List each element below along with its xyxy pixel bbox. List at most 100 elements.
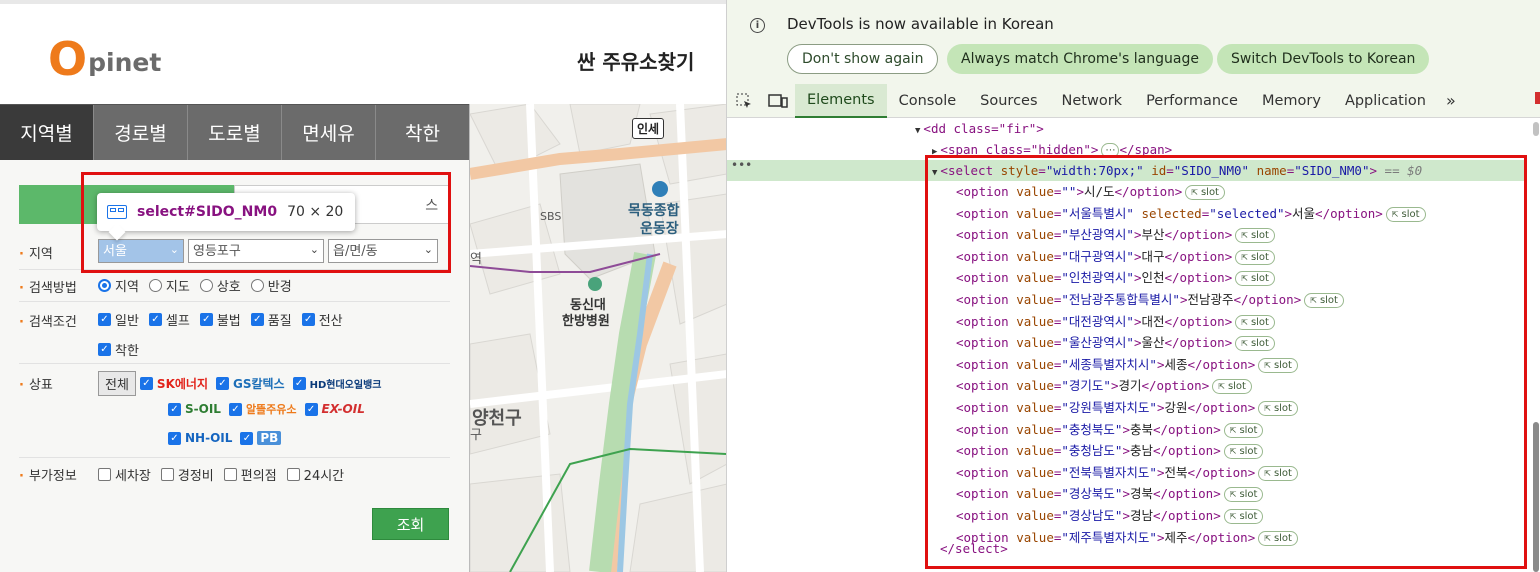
checkbox-icon[interactable] — [223, 468, 237, 481]
tab-memory[interactable]: Memory — [1250, 84, 1333, 118]
extra-store[interactable]: 편의점 — [223, 465, 277, 484]
checkbox-icon[interactable] — [160, 468, 174, 481]
tree-line-option[interactable]: <option value="충청북도">충북</option> ⇱ slot — [956, 419, 1264, 440]
extra-carwash[interactable]: 세차장 — [98, 465, 151, 484]
tree-line-select[interactable]: ▼ <select style="width:70px;" id="SIDO_NM… — [727, 160, 1527, 181]
checkbox-checked-icon[interactable]: ✓ — [199, 313, 213, 326]
slot-badge[interactable]: ⇱ slot — [1235, 228, 1275, 244]
radio-icon[interactable] — [250, 279, 264, 292]
triangle-down-icon[interactable]: ▼ — [915, 126, 920, 136]
checkbox-checked-icon[interactable]: ✓ — [215, 377, 229, 390]
method-map[interactable]: 지도 — [148, 276, 190, 295]
tree-line-option[interactable]: <option value="세종특별자치시">세종</option> ⇱ slot — [956, 354, 1298, 375]
tree-line-option[interactable]: <option value="대구광역시">대구</option> ⇱ slot — [956, 246, 1275, 267]
tab-application[interactable]: Application — [1333, 84, 1438, 118]
checkbox-checked-icon[interactable]: ✓ — [98, 313, 111, 326]
gugun-select-input[interactable]: 영등포구 — [188, 239, 324, 263]
triangle-right-icon[interactable]: ▶ — [932, 147, 937, 157]
scrollbar-thumb[interactable] — [1533, 422, 1539, 572]
triangle-down-icon[interactable]: ▼ — [932, 168, 937, 178]
method-radius[interactable]: 반경 — [250, 276, 292, 295]
gugun-select[interactable]: 영등포구 ⌄ — [188, 239, 324, 263]
slot-badge[interactable]: ⇱ slot — [1304, 293, 1344, 308]
tree-line-option[interactable]: <option value="경상북도">경북</option> ⇱ slot — [956, 483, 1264, 504]
always-match-language-button[interactable]: Always match Chrome's language — [947, 44, 1213, 74]
method-region[interactable]: 지역 — [98, 276, 139, 295]
slot-badge[interactable]: ⇱ slot — [1385, 206, 1426, 222]
method-name[interactable]: 상호 — [199, 276, 241, 295]
checkbox-checked-icon[interactable]: ✓ — [168, 431, 181, 445]
tree-line-span[interactable]: ▶ <span class="hidden"> ⋯ </span> — [932, 139, 1172, 160]
checkbox-checked-icon[interactable]: ✓ — [292, 377, 306, 390]
map-view[interactable]: 인세 SBS 목동종합 운동장 동신대 한방병원 양천구 역 구 — [469, 104, 726, 572]
checkbox-checked-icon[interactable]: ✓ — [240, 431, 254, 445]
tree-line-option[interactable]: <option value="인천광역시">인천</option> ⇱ slot — [956, 267, 1275, 288]
checkbox-checked-icon[interactable]: ✓ — [228, 402, 242, 416]
dont-show-again-button[interactable]: Don't show again — [787, 44, 939, 74]
tree-line-option[interactable]: <option value="부산광역시">부산</option> ⇱ slot — [956, 224, 1275, 245]
more-tabs-icon[interactable]: » — [1438, 91, 1464, 110]
cond-illegal[interactable]: ✓ 불법 — [199, 310, 241, 329]
tree-line-option[interactable]: <option value="경기도">경기</option> ⇱ slot — [956, 375, 1252, 396]
tree-line-option[interactable]: <option value="서울특별시" selected="selected… — [956, 203, 1426, 224]
checkbox-checked-icon[interactable]: ✓ — [139, 377, 153, 390]
tab-sources[interactable]: Sources — [968, 84, 1049, 118]
checkbox-icon[interactable] — [98, 468, 111, 481]
slot-badge[interactable]: ⇱ slot — [1235, 271, 1275, 287]
radio-icon[interactable] — [98, 279, 111, 292]
sido-select[interactable]: 서울 ⌄ — [98, 239, 184, 263]
tree-line-option[interactable]: <option value="">시/도</option> ⇱ slot — [956, 181, 1225, 202]
extra-24h[interactable]: 24시간 — [286, 465, 344, 484]
checkbox-checked-icon[interactable]: ✓ — [98, 343, 111, 356]
search-button[interactable]: 조회 — [372, 508, 449, 540]
slot-badge[interactable]: ⇱ slot — [1258, 465, 1298, 481]
tab-road[interactable]: 도로별 — [188, 105, 282, 160]
device-toolbar-icon[interactable] — [761, 84, 795, 118]
cond-normal[interactable]: ✓ 일반 — [98, 310, 139, 329]
collapsed-ellipsis[interactable]: ⋯ — [1101, 143, 1120, 158]
slot-badge[interactable]: ⇱ slot — [1185, 185, 1225, 200]
tab-network[interactable]: Network — [1050, 84, 1135, 118]
slot-badge[interactable]: ⇱ slot — [1258, 357, 1298, 373]
node-menu-dots[interactable]: ••• — [731, 158, 752, 172]
tree-line-option[interactable]: <option value="강원특별자치도">강원</option> ⇱ slot — [956, 397, 1298, 418]
checkbox-checked-icon[interactable]: ✓ — [148, 313, 162, 326]
cond-computer[interactable]: ✓ 전산 — [301, 310, 343, 329]
checkbox-checked-icon[interactable]: ✓ — [304, 402, 318, 416]
inspect-element-icon[interactable] — [727, 84, 761, 118]
switch-to-korean-button[interactable]: Switch DevTools to Korean — [1217, 44, 1430, 74]
checkbox-checked-icon[interactable]: ✓ — [250, 313, 264, 326]
checkbox-checked-icon[interactable]: ✓ — [168, 402, 181, 416]
opinet-logo[interactable]: O pinet — [48, 32, 161, 82]
dong-select-input[interactable]: 읍/면/동 — [328, 239, 438, 263]
tab-region[interactable]: 지역별 — [0, 105, 94, 160]
checkbox-checked-icon[interactable]: ✓ — [301, 313, 315, 326]
tab-tax-free[interactable]: 면세유 — [282, 105, 376, 160]
slot-badge[interactable]: ⇱ slot — [1223, 487, 1264, 503]
slot-badge[interactable]: ⇱ slot — [1223, 422, 1264, 438]
cond-good[interactable]: ✓ 착한 — [98, 340, 139, 359]
tree-line-option[interactable]: <option value="대전광역시">대전</option> ⇱ slot — [956, 311, 1275, 332]
tree-line-option[interactable]: <option value="울산광역시">울산</option> ⇱ slot — [956, 332, 1275, 353]
slot-badge[interactable]: ⇱ slot — [1235, 249, 1275, 265]
tab-good[interactable]: 착한 — [376, 105, 469, 160]
tree-line-select-close[interactable]: </select> — [940, 538, 1008, 559]
checkbox-icon[interactable] — [286, 468, 300, 481]
tree-line-option[interactable]: <option value="경상남도">경남</option> ⇱ slot — [956, 505, 1264, 526]
brand-all-button[interactable]: 전체 — [98, 371, 136, 396]
scrollbar-top[interactable] — [1533, 122, 1539, 136]
tree-line-option[interactable]: <option value="전남광주통합특별시">전남광주</option> ⇱… — [956, 289, 1344, 310]
extra-repair[interactable]: 경정비 — [160, 465, 214, 484]
radio-icon[interactable] — [148, 279, 162, 292]
tree-line-option[interactable]: <option value="충청남도">충남</option> ⇱ slot — [956, 440, 1264, 461]
cond-quality[interactable]: ✓ 품질 — [250, 310, 292, 329]
tab-route[interactable]: 경로별 — [94, 105, 188, 160]
tab-performance[interactable]: Performance — [1134, 84, 1250, 118]
slot-badge[interactable]: ⇱ slot — [1223, 444, 1264, 460]
tab-console[interactable]: Console — [887, 84, 969, 118]
tab-elements[interactable]: Elements — [795, 83, 887, 118]
sido-select-input[interactable]: 서울 — [98, 239, 184, 263]
slot-badge[interactable]: ⇱ slot — [1258, 401, 1298, 416]
slot-badge[interactable]: ⇱ slot — [1235, 336, 1275, 352]
tree-line-dd[interactable]: ▼ <dd class="fir"> — [915, 118, 1044, 139]
